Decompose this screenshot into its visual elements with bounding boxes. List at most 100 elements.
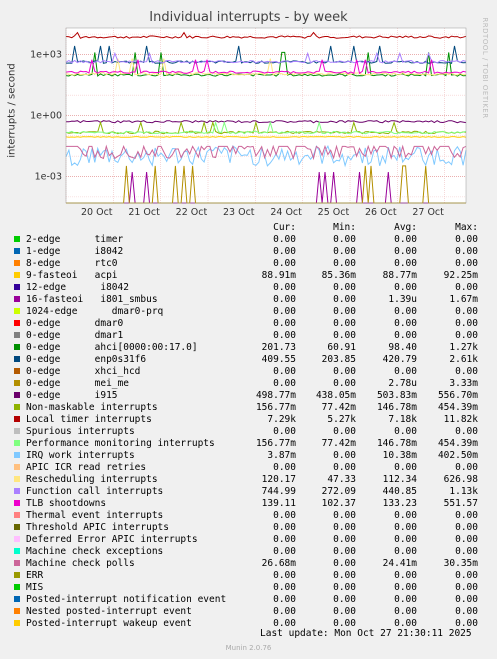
- legend-value-min: 0.00: [333, 450, 356, 461]
- legend-value-max: 0.00: [455, 258, 478, 269]
- legend-value-max: 551.57: [443, 498, 478, 509]
- legend-value-max: 0.00: [455, 594, 478, 605]
- legend-value-max: 0.00: [455, 246, 478, 257]
- legend-swatch: [14, 488, 20, 494]
- legend-value-avg: 88.77m: [382, 270, 417, 281]
- legend-swatch: [14, 428, 20, 434]
- legend-value-avg: 0.00: [394, 246, 417, 257]
- legend-row: 1024-edge dmar0-prq 0.00 0.00 0.00 0.00: [14, 306, 494, 318]
- legend-value-avg: 0.00: [394, 606, 417, 617]
- legend-value-min: 77.42m: [321, 402, 356, 413]
- legend-value-avg: 0.00: [394, 594, 417, 605]
- x-tick-label: 27 Oct: [412, 207, 444, 218]
- legend-value-avg: 0.00: [394, 546, 417, 557]
- chart-plot: 1e+03 1e+00 1e-03 20 Oct 21 Oct 22 Oct 23 Oct 2…: [30, 27, 467, 218]
- legend-row: 0-edge i915 498.77m 438.05m 503.83m 556.70m: [14, 390, 494, 402]
- legend-row: 0-edge dmar1 0.00 0.00 0.00 0.00: [14, 330, 494, 342]
- legend-row: Threshold APIC interrupts 0.00 0.00 0.00 0.0…: [14, 522, 494, 534]
- legend-value-min: 60.91: [327, 342, 356, 353]
- legend-row: 16-fasteoi i801_smbus 0.00 0.00 1.39u 1.67m: [14, 294, 494, 306]
- legend-value-avg: 0.00: [394, 306, 417, 317]
- legend-swatch: [14, 536, 20, 542]
- x-tick-label: 23 Oct: [223, 207, 255, 218]
- legend-value-avg: 440.85: [382, 486, 417, 497]
- legend-row: Rescheduling interrupts 120.17 47.33 112.34…: [14, 474, 494, 486]
- legend-value-min: 0.00: [333, 510, 356, 521]
- legend-value-avg: 0.00: [394, 462, 417, 473]
- legend-value-max: 92.25m: [443, 270, 478, 281]
- legend-value-avg: 0.00: [394, 534, 417, 545]
- legend-value-min: 438.05m: [315, 390, 356, 401]
- legend-row: MIS 0.00 0.00 0.00 0.00: [14, 582, 494, 594]
- munin-version: Munin 2.0.76: [225, 644, 272, 652]
- legend-series-name: 2-edge timer: [26, 234, 124, 245]
- y-tick-label: 1e+03: [30, 49, 62, 60]
- legend-series-name: Threshold APIC interrupts: [26, 522, 169, 533]
- legend-value-max: 0.00: [455, 366, 478, 377]
- legend-swatch: [14, 524, 20, 530]
- legend-row: 12-edge i8042 0.00 0.00 0.00 0.00: [14, 282, 494, 294]
- legend-swatch: [14, 332, 20, 338]
- legend-swatch: [14, 440, 20, 446]
- legend-value-max: 0.00: [455, 510, 478, 521]
- legend-value-max: 0.00: [455, 426, 478, 437]
- legend-value-max: 0.00: [455, 462, 478, 473]
- legend-row: 2-edge timer 0.00 0.00 0.00 0.00: [14, 234, 494, 246]
- legend-value-min: 102.37: [321, 498, 356, 509]
- legend-series-name: 1-edge i8042: [26, 246, 124, 257]
- legend-value-min: 0.00: [333, 426, 356, 437]
- legend-header-max: Max:: [455, 222, 478, 233]
- legend-value-max: 626.98: [443, 474, 478, 485]
- legend-value-min: 0.00: [333, 282, 356, 293]
- legend-swatch: [14, 596, 20, 602]
- legend-value-min: 0.00: [333, 234, 356, 245]
- legend-value-min: 85.36m: [321, 270, 356, 281]
- legend-value-avg: 146.78m: [376, 402, 417, 413]
- legend-value-max: 1.13k: [449, 486, 478, 497]
- legend-value-max: 454.39m: [437, 402, 478, 413]
- legend-value-max: 454.39m: [437, 438, 478, 449]
- legend-swatch: [14, 380, 20, 386]
- legend-row: 1-edge i8042 0.00 0.00 0.00 0.00: [14, 246, 494, 258]
- legend-row: 0-edge xhci_hcd 0.00 0.00 0.00 0.00: [14, 366, 494, 378]
- legend-series-name: IRQ work interrupts: [26, 450, 135, 461]
- legend-series-name: 8-edge rtc0: [26, 258, 118, 269]
- legend-value-avg: 0.00: [394, 366, 417, 377]
- legend-value-min: 0.00: [333, 570, 356, 581]
- legend-value-max: 0.00: [455, 582, 478, 593]
- legend-series-name: Spurious interrupts: [26, 426, 135, 437]
- legend-series-name: 0-edge dmar0: [26, 318, 124, 329]
- legend-swatch: [14, 320, 20, 326]
- legend-series-name: Non-maskable interrupts: [26, 402, 158, 413]
- legend-value-min: 0.00: [333, 330, 356, 341]
- legend-value-min: 0.00: [333, 558, 356, 569]
- legend-value-avg: 133.23: [382, 498, 417, 509]
- legend-series-name: TLB shootdowns: [26, 498, 107, 509]
- legend-value-min: 0.00: [333, 318, 356, 329]
- legend-value-max: 556.70m: [437, 390, 478, 401]
- legend-series-name: 0-edge i915: [26, 390, 118, 401]
- legend-value-min: 0.00: [333, 462, 356, 473]
- legend-series-name: Nested posted-interrupt event: [26, 606, 192, 617]
- legend-value-min: 0.00: [333, 606, 356, 617]
- legend-value-max: 0.00: [455, 282, 478, 293]
- legend-row: 0-edge enp0s31f6 409.55 203.85 420.79 2.61k: [14, 354, 494, 366]
- legend-swatch: [14, 572, 20, 578]
- legend-row: Thermal event interrupts 0.00 0.00 0.00 0.00: [14, 510, 494, 522]
- legend-swatch: [14, 416, 20, 422]
- legend-value-min: 47.33: [327, 474, 356, 485]
- legend-value-avg: 0.00: [394, 426, 417, 437]
- legend-value-avg: 2.78u: [388, 378, 417, 389]
- x-tick-label: 25 Oct: [318, 207, 350, 218]
- legend-series-name: 12-edge i8042: [26, 282, 129, 293]
- legend-value-avg: 112.34: [382, 474, 417, 485]
- legend-value-max: 0.00: [455, 306, 478, 317]
- legend-row: ERR 0.00 0.00 0.00 0.00: [14, 570, 494, 582]
- legend-row: Machine check exceptions 0.00 0.00 0.00 0.00: [14, 546, 494, 558]
- legend-series-name: 0-edge enp0s31f6: [26, 354, 147, 365]
- legend-swatch: [14, 368, 20, 374]
- legend-value-max: 0.00: [455, 570, 478, 581]
- legend-series-name: 0-edge xhci_hcd: [26, 366, 141, 377]
- legend-row: Performance monitoring interrupts 156.77m…: [14, 438, 494, 450]
- legend-series-name: Deferred Error APIC interrupts: [26, 534, 198, 545]
